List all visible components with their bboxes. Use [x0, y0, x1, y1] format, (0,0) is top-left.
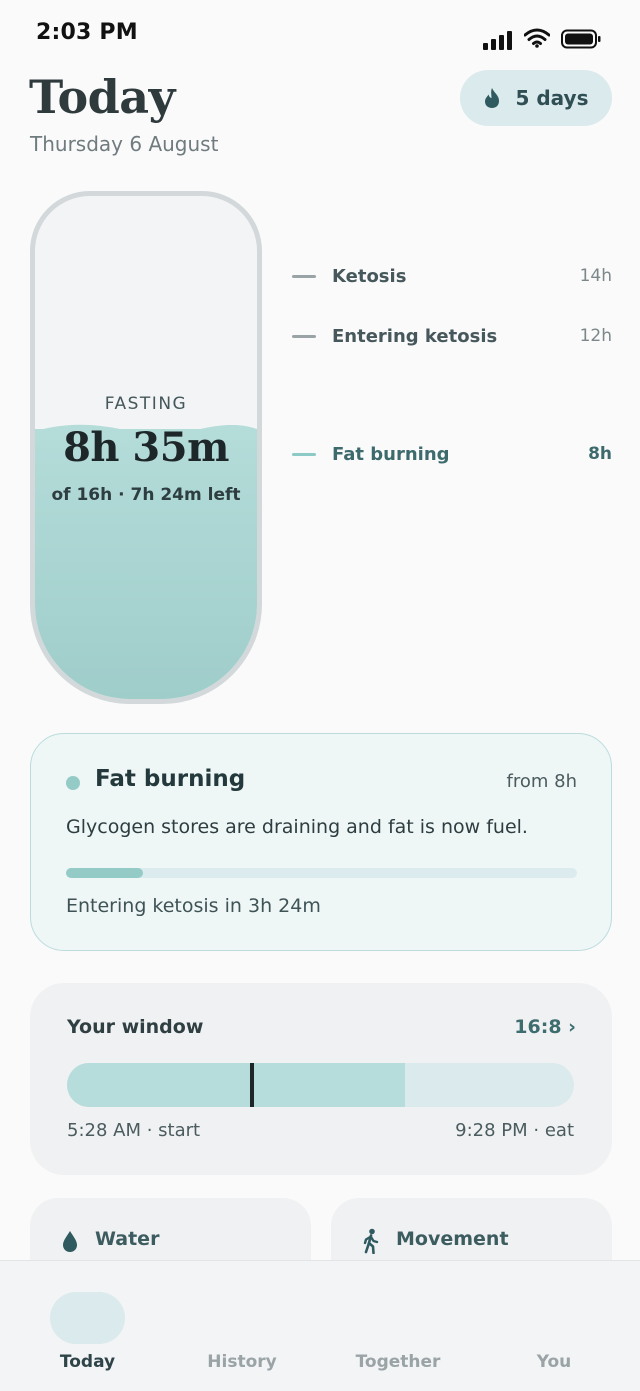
fasting-capsule[interactable]: FASTING 8h 35m of 16h · 7h 24m left — [30, 191, 262, 704]
phase-description: Glycogen stores are draining and fat is … — [66, 816, 528, 838]
window-card[interactable]: Your window 16:8 › 5:28 AM · start 9:28 … — [30, 983, 612, 1175]
phase-from: from 8h — [506, 771, 577, 792]
window-ratio-link[interactable]: 16:8 › — [514, 1016, 576, 1038]
water-drop-icon — [63, 1231, 77, 1252]
signal-icon — [483, 30, 513, 50]
phase-dot — [66, 776, 80, 790]
fasting-summary: of 16h · 7h 24m left — [51, 485, 241, 505]
stage-entering-ketosis[interactable]: Entering ketosis 12h — [292, 321, 612, 351]
tab-today[interactable]: Today — [50, 1352, 125, 1372]
stage-ketosis[interactable]: Ketosis 14h — [292, 261, 612, 291]
phase-progress-fill — [66, 868, 143, 878]
stage-marker — [292, 452, 316, 456]
tab-bar: Today History Together You — [0, 1260, 640, 1391]
page-title: Today — [29, 70, 175, 124]
streak-button[interactable]: 5 days — [460, 70, 612, 126]
status-bar: 2:03 PM — [0, 0, 640, 70]
window-timeline — [67, 1063, 574, 1107]
stage-marker — [292, 334, 316, 338]
stage-name: Entering ketosis — [332, 325, 498, 347]
stage-hours: 14h — [579, 266, 612, 286]
stage-marker — [292, 274, 316, 278]
water-label: Water — [95, 1228, 160, 1250]
tab-together[interactable]: Together — [343, 1352, 453, 1372]
streak-label: 5 days — [515, 86, 589, 110]
stage-hours: 8h — [588, 444, 612, 464]
status-time: 2:03 PM — [36, 20, 138, 45]
page-date: Thursday 6 August — [30, 132, 219, 156]
phase-title: Fat burning — [95, 766, 246, 792]
movement-label: Movement — [396, 1228, 509, 1250]
stage-fat-burning[interactable]: Fat burning 8h — [292, 439, 612, 469]
walking-person-icon — [363, 1228, 379, 1254]
tab-history[interactable]: History — [192, 1352, 292, 1372]
flame-icon — [485, 88, 500, 108]
stage-name: Fat burning — [332, 443, 450, 465]
window-start: 5:28 AM · start — [67, 1120, 201, 1141]
window-end: 9:28 PM · eat — [455, 1120, 574, 1141]
battery-icon — [561, 29, 601, 49]
phase-progress-track — [66, 868, 577, 878]
stage-hours: 12h — [579, 326, 612, 346]
wifi-icon — [524, 28, 550, 48]
tab-today-highlight — [50, 1292, 125, 1344]
fasting-window-fill — [67, 1063, 406, 1107]
window-title: Your window — [67, 1016, 204, 1038]
stage-name: Ketosis — [332, 265, 407, 287]
fasting-elapsed: 8h 35m — [63, 424, 229, 471]
phase-card[interactable]: Fat burning from 8h Glycogen stores are … — [30, 733, 612, 951]
fasting-label: FASTING — [104, 394, 188, 414]
tab-you[interactable]: You — [514, 1352, 594, 1372]
now-marker — [249, 1063, 254, 1107]
phase-next: Entering ketosis in 3h 24m — [66, 895, 321, 917]
